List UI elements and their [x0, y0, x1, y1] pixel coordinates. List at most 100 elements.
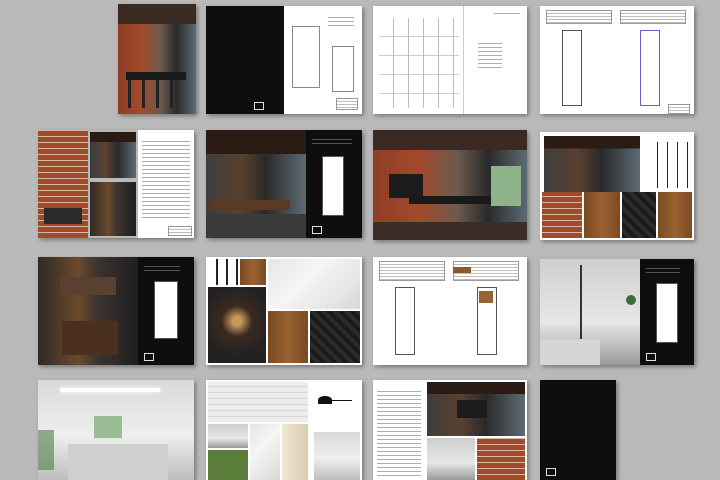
mini-plan: [322, 156, 344, 216]
bed: [68, 444, 168, 480]
spread-materials-mood[interactable]: [206, 257, 362, 365]
bath-render: [38, 257, 138, 365]
title-block: [168, 226, 192, 236]
black-plan-page: [640, 259, 694, 365]
window-view: [491, 166, 521, 206]
spread-intro[interactable]: [206, 6, 362, 114]
spread-text-living[interactable]: [373, 380, 527, 480]
body-text: [142, 138, 190, 220]
title-block: [668, 104, 690, 114]
elevation-sketch: [292, 26, 320, 88]
page-cover-photo[interactable]: [118, 4, 196, 114]
white-brick: [208, 382, 308, 422]
bedroom-photo: [38, 380, 194, 480]
dark-kitchen-render: [206, 130, 306, 238]
finish-swatch: [453, 267, 471, 273]
spread-kitchen-render[interactable]: [373, 130, 527, 240]
perspective-page: [373, 6, 463, 114]
floor: [206, 214, 306, 238]
materials-page: [540, 132, 694, 240]
tv: [457, 400, 487, 418]
swatch-wood-shelf: [584, 192, 620, 238]
mirror-panel: [60, 277, 116, 295]
vanity: [62, 321, 118, 355]
floor-plan-electrical: [640, 30, 660, 106]
tv: [389, 174, 423, 198]
marble-swatch: [250, 424, 280, 480]
body-text: [377, 388, 421, 478]
ceiling-light: [60, 388, 160, 392]
spread-plan-table[interactable]: [373, 257, 527, 365]
document-spread-grid: { "pages": [ {"id": "p01-cover-photo"}, …: [0, 0, 720, 480]
wood-swatch-small: [240, 259, 266, 285]
bedroom-thumb: [208, 424, 248, 448]
page-back-cover[interactable]: [540, 380, 616, 480]
sketch-page: [284, 6, 362, 114]
spread-bedroom-photo[interactable]: [38, 380, 194, 480]
kitchen-render: [373, 130, 527, 240]
stool-leg: [128, 80, 131, 108]
textile-swatch: [282, 424, 308, 480]
mini-plan: [154, 281, 178, 339]
contents-list: [478, 40, 502, 70]
black-page: [206, 6, 284, 114]
spread-materials[interactable]: [540, 132, 694, 240]
wood-zone: [479, 291, 493, 303]
room-table: [379, 261, 445, 281]
wall-lamp-photo: [208, 287, 266, 363]
mood-page: [206, 257, 362, 365]
black-plan-page: [138, 257, 194, 365]
bar-counter: [409, 196, 499, 204]
stool-leg: [170, 80, 173, 108]
bed: [540, 339, 600, 365]
bedroom-render: [540, 259, 640, 365]
spread-materials-bedroom[interactable]: [206, 380, 362, 480]
swatch-brick: [542, 192, 582, 238]
spread-perspective[interactable]: [373, 6, 527, 114]
spread-bedroom-render[interactable]: [540, 259, 694, 365]
legend-table: [546, 10, 612, 24]
spread-dark-render[interactable]: [206, 130, 362, 238]
living-collage-page: [425, 380, 527, 480]
stool-leg: [142, 80, 145, 108]
black-plan-page: [306, 130, 362, 238]
plans-page: [540, 6, 694, 114]
herringbone-tile: [310, 311, 360, 363]
heading-text: [144, 263, 180, 273]
plan-table-page: [373, 257, 527, 365]
logo-mark: [546, 468, 556, 476]
spread-plans[interactable]: [540, 6, 694, 114]
window: [94, 416, 122, 438]
plant-box: [208, 450, 248, 480]
text-page: [373, 380, 425, 480]
photo-tv: [90, 182, 136, 236]
heading-text: [312, 136, 352, 146]
counter: [210, 200, 290, 210]
render-bar: [544, 136, 640, 192]
bedroom-materials-page: [206, 380, 362, 480]
photo-collage-page: [88, 130, 138, 238]
elevation-sketch: [332, 46, 354, 92]
swatch-veneer: [658, 192, 692, 238]
logo-mark: [312, 226, 322, 234]
plant: [626, 295, 636, 305]
brick-page: [38, 130, 88, 238]
plant: [38, 430, 54, 470]
spread-bath-render[interactable]: [38, 257, 194, 365]
wall-sconce: [314, 386, 356, 414]
wood-swatch: [268, 311, 308, 363]
contents-page: [463, 6, 527, 114]
floor-plan: [395, 287, 415, 355]
floor: [373, 222, 527, 240]
swatch-dark: [622, 192, 656, 238]
bar-counter: [126, 72, 186, 80]
text-block: [328, 14, 354, 28]
kitchen-counter: [44, 208, 82, 224]
text-page: [138, 130, 194, 238]
logo-mark: [254, 102, 264, 110]
logo-mark: [144, 353, 154, 361]
spread-text-brick[interactable]: [38, 130, 194, 238]
room-thumb: [314, 432, 360, 480]
marble-floor: [268, 259, 360, 309]
sconce-arm: [330, 400, 352, 401]
